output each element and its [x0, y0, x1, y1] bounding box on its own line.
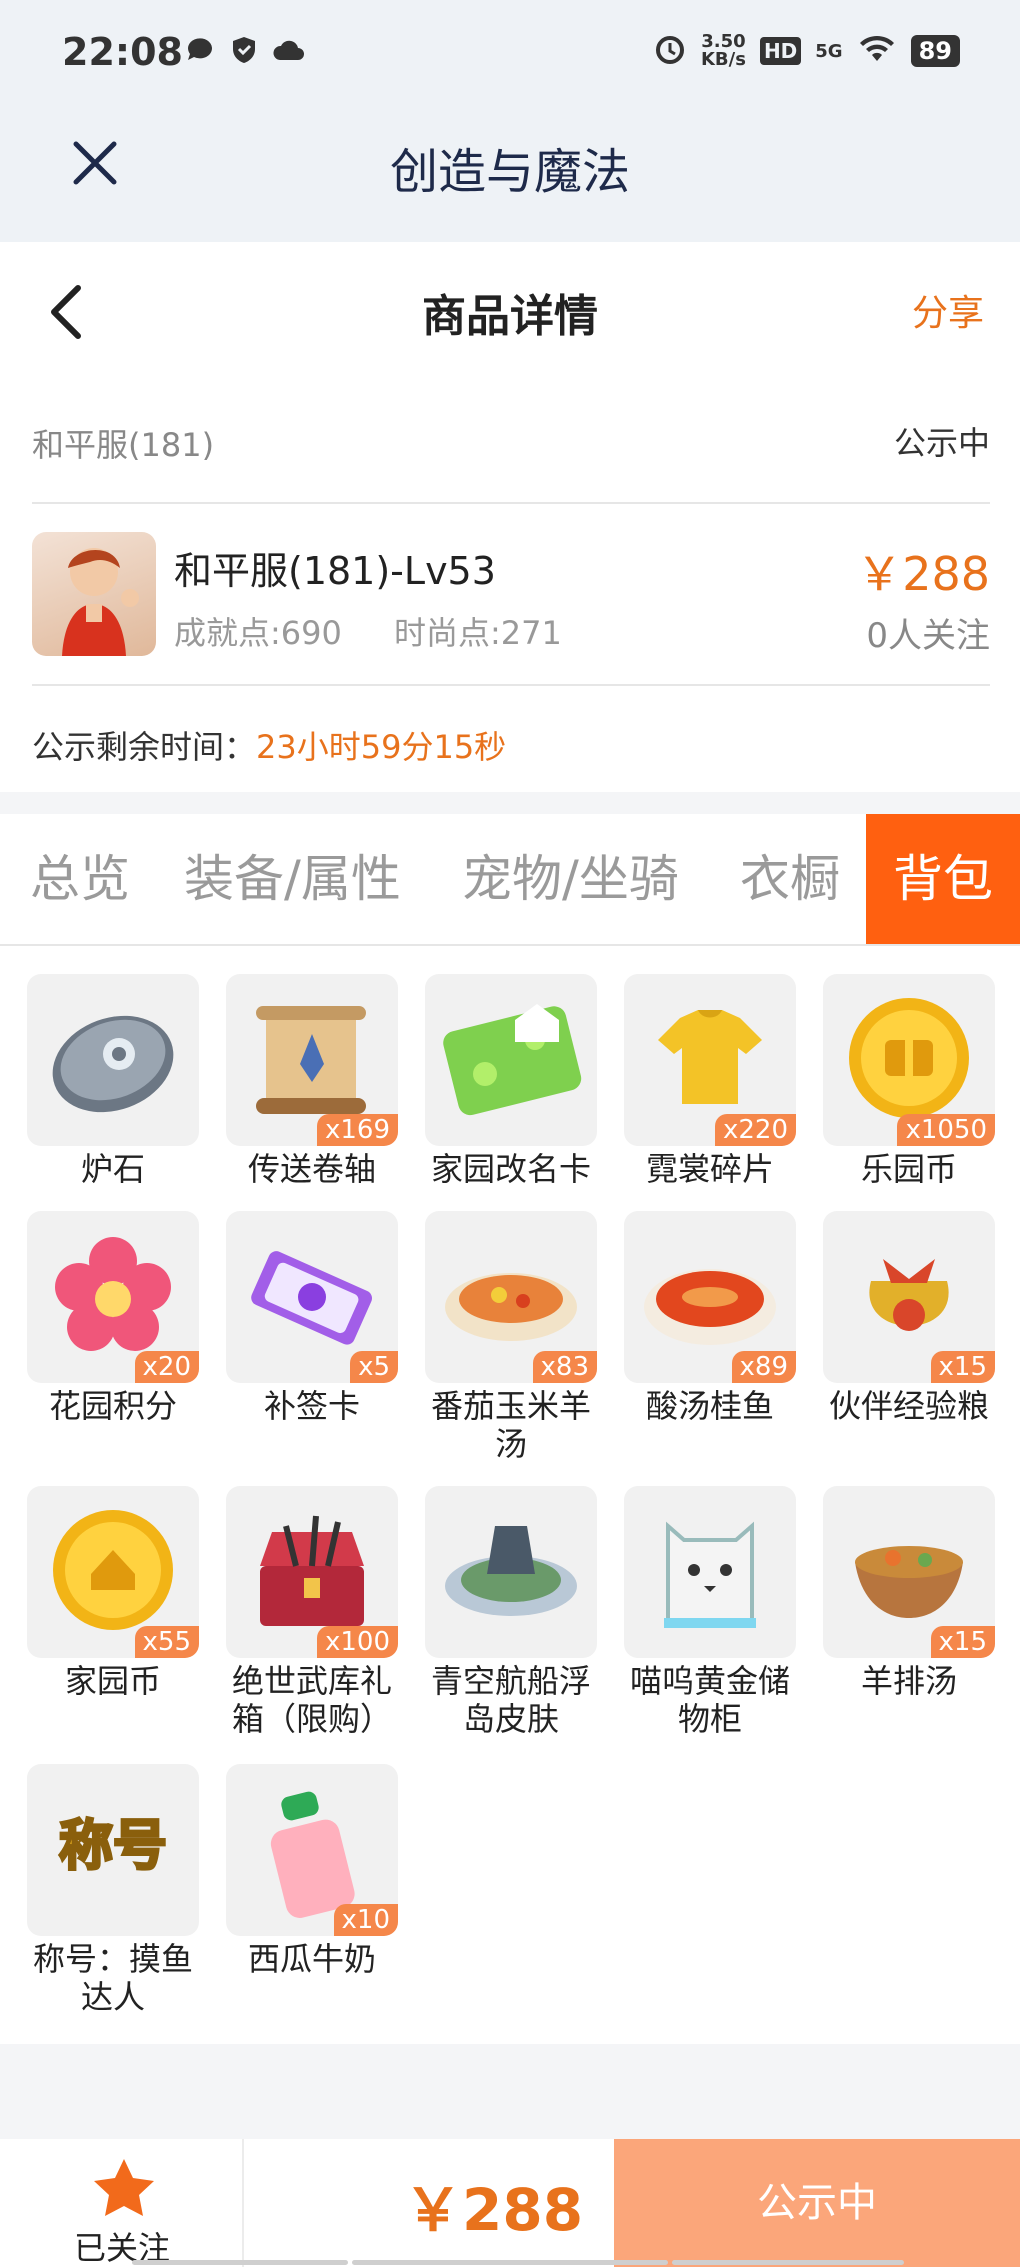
- divider: [32, 502, 990, 504]
- inventory-item[interactable]: x15 伙伴经验粮: [823, 1211, 995, 1425]
- item-name: 酸汤桂鱼: [645, 1387, 774, 1425]
- item-name: 炉石: [80, 1150, 145, 1188]
- inventory-item[interactable]: x5 补签卡: [226, 1211, 398, 1425]
- item-name: 家园币: [64, 1662, 161, 1700]
- inventory-item[interactable]: x10 西瓜牛奶: [226, 1764, 398, 1978]
- item-quantity: x5: [350, 1351, 398, 1383]
- item-name: 花园积分: [48, 1387, 177, 1425]
- share-button[interactable]: 分享: [912, 284, 984, 336]
- title-badge-text: 称号: [59, 1814, 167, 1877]
- inventory-item[interactable]: x83 番茄玉米羊汤: [425, 1211, 597, 1463]
- backpack-grid: 炉石 x169 传送卷轴 家园改名卡 x220 霓裳碎片 x1050 乐园币 x…: [0, 946, 1020, 2044]
- item-name: 家园改名卡: [430, 1150, 591, 1188]
- net-speed-unit: KB/s: [700, 49, 746, 70]
- countdown-value: 23小时59分15秒: [256, 728, 507, 766]
- item-name: 番茄玉米羊汤: [430, 1387, 591, 1463]
- item-name: 羊排汤: [860, 1662, 957, 1700]
- tab-overview[interactable]: 总览: [30, 814, 130, 944]
- wifi-icon: [857, 33, 897, 69]
- tab-pets[interactable]: 宠物/坐骑: [462, 814, 679, 944]
- item-name: 称号：摸鱼达人: [32, 1940, 193, 2016]
- alarm-icon: [653, 32, 687, 70]
- page-header: 商品详情 分享: [0, 242, 1020, 372]
- inventory-item[interactable]: 炉石: [27, 974, 199, 1188]
- countdown-label: 公示剩余时间：: [32, 728, 257, 766]
- tab-bar: 总览 装备/属性 宠物/坐骑 衣橱 背包: [0, 814, 1020, 946]
- server-name: 和平服(181): [32, 426, 215, 464]
- network-type: 5G: [815, 40, 843, 62]
- item-name: 喵呜黄金储物柜: [629, 1662, 790, 1738]
- follow-button[interactable]: 已关注: [0, 2139, 244, 2267]
- mini-app-header: 创造与魔法: [0, 110, 1020, 242]
- status-time: 22:08: [62, 30, 183, 74]
- item-quantity: x55: [134, 1626, 199, 1658]
- tab-equipment[interactable]: 装备/属性: [184, 814, 401, 944]
- star-icon: [92, 2157, 156, 2217]
- shield-icon: [228, 34, 260, 66]
- tab-wardrobe[interactable]: 衣橱: [740, 814, 840, 944]
- character-avatar: [32, 532, 156, 656]
- countdown: 公示剩余时间：23小时59分15秒: [32, 722, 506, 768]
- item-quantity: x20: [134, 1351, 199, 1383]
- item-quantity: x220: [714, 1114, 796, 1146]
- item-name: 伙伴经验粮: [828, 1387, 989, 1425]
- inventory-item[interactable]: x20 花园积分: [27, 1211, 199, 1425]
- inventory-item[interactable]: x1050 乐园币: [823, 974, 995, 1188]
- item-quantity: x10: [333, 1904, 398, 1936]
- item-name: 传送卷轴: [247, 1150, 376, 1188]
- gesture-bar: [672, 2260, 904, 2265]
- item-name: 霓裳碎片: [645, 1150, 774, 1188]
- page-title: 商品详情: [422, 291, 598, 342]
- gesture-bar: [132, 2260, 348, 2265]
- inventory-item[interactable]: x55 家园币: [27, 1486, 199, 1700]
- item-quantity: x15: [930, 1351, 995, 1383]
- inventory-item[interactable]: x89 酸汤桂鱼: [624, 1211, 796, 1425]
- listing-status: 公示中: [893, 424, 990, 462]
- app-title: 创造与魔法: [389, 144, 630, 200]
- tab-backpack[interactable]: 背包: [866, 814, 1020, 944]
- gesture-bar: [352, 2260, 668, 2265]
- product-info: 和平服(181) 公示中 和平服(181)-Lv53 成就点:690 时尚点:2…: [0, 372, 1020, 792]
- divider: [32, 684, 990, 686]
- character-name: 和平服(181)-Lv53: [174, 549, 496, 593]
- fashion-points: 时尚点:271: [394, 614, 562, 652]
- follower-count: 0人关注: [866, 616, 990, 656]
- inventory-item[interactable]: x100 绝世武库礼箱（限购）: [226, 1486, 398, 1738]
- cloud-icon: [272, 34, 304, 66]
- item-quantity: x100: [316, 1626, 398, 1658]
- item-quantity: x169: [316, 1114, 398, 1146]
- inventory-item[interactable]: x15 羊排汤: [823, 1486, 995, 1700]
- status-bar: 22:08 3.50 KB/s HD 5G 89: [0, 0, 1020, 110]
- item-name: 青空航船浮岛皮肤: [430, 1662, 591, 1738]
- inventory-item[interactable]: x220 霓裳碎片: [624, 974, 796, 1188]
- bottom-price: ￥288: [404, 2176, 584, 2244]
- inventory-item[interactable]: x169 传送卷轴: [226, 974, 398, 1188]
- item-name: 补签卡: [263, 1387, 360, 1425]
- item-quantity: x83: [532, 1351, 597, 1383]
- item-name: 乐园币: [860, 1150, 957, 1188]
- achievement-points: 成就点:690: [174, 614, 342, 652]
- item-quantity: x1050: [897, 1114, 995, 1146]
- item-name: 西瓜牛奶: [247, 1940, 376, 1978]
- item-name: 绝世武库礼箱（限购）: [231, 1662, 392, 1738]
- battery-level: 89: [910, 35, 960, 67]
- product-price: ￥288: [856, 547, 990, 601]
- inventory-item[interactable]: 家园改名卡: [425, 974, 597, 1188]
- inventory-item[interactable]: 称号 称号：摸鱼达人: [27, 1764, 199, 2016]
- message-icon: [184, 34, 216, 66]
- item-quantity: x15: [930, 1626, 995, 1658]
- bottom-bar: 已关注 ￥288 公示中: [0, 2139, 1020, 2267]
- net-speed: 3.50 KB/s: [701, 33, 746, 69]
- status-action-button[interactable]: 公示中: [614, 2139, 1020, 2267]
- item-quantity: x89: [731, 1351, 796, 1383]
- inventory-item[interactable]: 青空航船浮岛皮肤: [425, 1486, 597, 1738]
- inventory-item[interactable]: 喵呜黄金储物柜: [624, 1486, 796, 1738]
- hd-badge: HD: [759, 37, 802, 65]
